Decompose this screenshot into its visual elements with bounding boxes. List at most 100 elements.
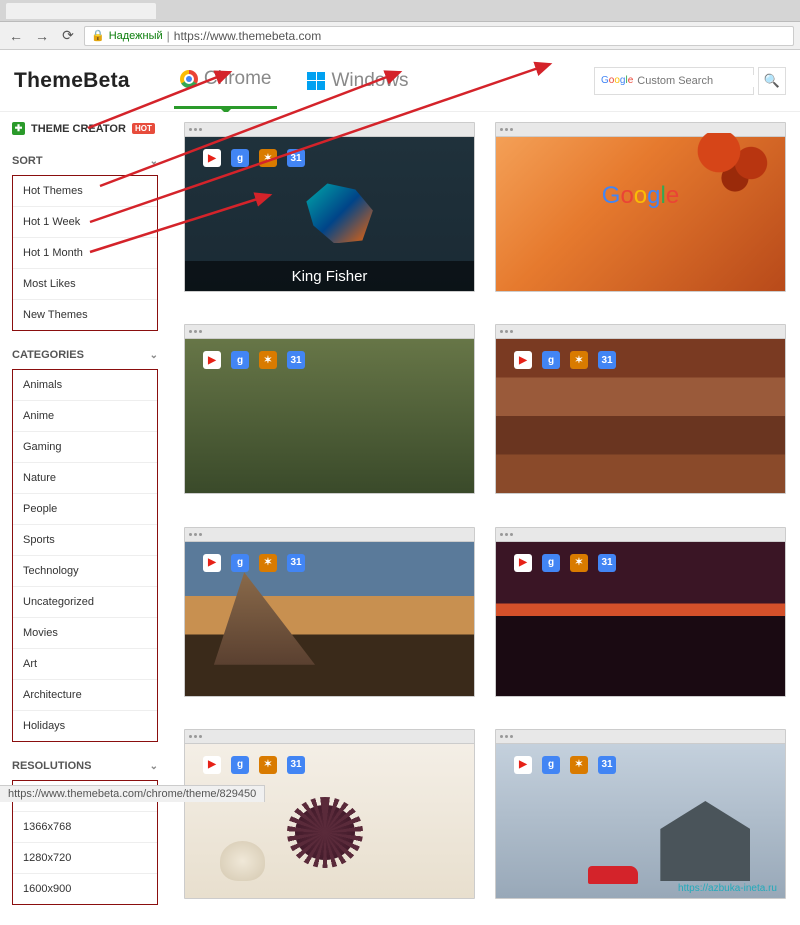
chevron-down-icon: ⌄ bbox=[150, 350, 158, 361]
chevron-down-icon: ⌄ bbox=[150, 156, 158, 167]
magnifier-icon: 🔍 bbox=[764, 73, 780, 89]
theme-card-tree[interactable]: ▶ g ✶ 31 bbox=[184, 324, 475, 494]
youtube-icon: ▶ bbox=[203, 756, 221, 774]
google-logo: Google bbox=[602, 182, 679, 210]
tab-chrome[interactable]: Chrome bbox=[174, 52, 278, 109]
categories-header[interactable]: CATEGORIES ⌄ bbox=[12, 341, 158, 369]
sort-item-hot-1-week[interactable]: Hot 1 Week bbox=[13, 207, 157, 238]
reload-button[interactable]: ⟳ bbox=[58, 26, 78, 46]
category-item-sports[interactable]: Sports bbox=[13, 525, 157, 556]
resolution-item-1600x900[interactable]: 1600x900 bbox=[13, 874, 157, 904]
google-icon: g bbox=[231, 554, 249, 572]
browser-toolbar: ← → ⟳ 🔒 Надежный | https://www.themebeta… bbox=[0, 22, 800, 50]
forward-button[interactable]: → bbox=[32, 26, 52, 46]
sidebar: ✚ THEME CREATOR HOT SORT ⌄ Hot ThemesHot… bbox=[0, 112, 170, 925]
hot-badge: HOT bbox=[132, 123, 155, 134]
theme-creator-link[interactable]: ✚ THEME CREATOR HOT bbox=[12, 122, 158, 135]
status-bar-url: https://www.themebeta.com/chrome/theme/8… bbox=[0, 785, 265, 802]
category-item-holidays[interactable]: Holidays bbox=[13, 711, 157, 741]
youtube-icon: ▶ bbox=[203, 351, 221, 369]
category-item-uncategorized[interactable]: Uncategorized bbox=[13, 587, 157, 618]
google-logo-mini: Google bbox=[601, 75, 633, 86]
sort-header[interactable]: SORT ⌄ bbox=[12, 147, 158, 175]
calendar-icon: 31 bbox=[287, 149, 305, 167]
lock-icon: 🔒 bbox=[91, 29, 105, 42]
windows-icon bbox=[307, 72, 325, 90]
house-art bbox=[660, 801, 750, 881]
site-header: ThemeBeta Chrome Windows Google 🔍 bbox=[0, 50, 800, 112]
calendar-icon: 31 bbox=[598, 554, 616, 572]
watermark: https://azbuka-ineta.ru bbox=[678, 883, 777, 894]
shell-art bbox=[220, 841, 265, 881]
search-button[interactable]: 🔍 bbox=[758, 67, 786, 95]
site-logo[interactable]: ThemeBeta bbox=[14, 69, 130, 93]
sort-box: Hot ThemesHot 1 WeekHot 1 MonthMost Like… bbox=[12, 175, 158, 331]
calendar-icon: 31 bbox=[287, 554, 305, 572]
butterfly-icon: ✶ bbox=[570, 351, 588, 369]
categories-box: AnimalsAnimeGamingNaturePeopleSportsTech… bbox=[12, 369, 158, 742]
urchin-art bbox=[295, 805, 355, 860]
calendar-icon: 31 bbox=[287, 351, 305, 369]
theme-title: King Fisher bbox=[185, 261, 474, 291]
back-button[interactable]: ← bbox=[6, 26, 26, 46]
sort-item-most-likes[interactable]: Most Likes bbox=[13, 269, 157, 300]
butterfly-icon: ✶ bbox=[259, 756, 277, 774]
tab-windows[interactable]: Windows bbox=[301, 54, 414, 108]
url-text: https://www.themebeta.com bbox=[174, 29, 321, 43]
address-bar[interactable]: 🔒 Надежный | https://www.themebeta.com bbox=[84, 26, 794, 46]
butterfly-icon: ✶ bbox=[570, 554, 588, 572]
resolution-item-1366x768[interactable]: 1366x768 bbox=[13, 812, 157, 843]
theme-grid: ▶ g ✶ 31 King Fisher Google ▶ g ✶ bbox=[170, 112, 800, 925]
category-item-anime[interactable]: Anime bbox=[13, 401, 157, 432]
theme-card-yosemite[interactable]: ▶ g ✶ 31 bbox=[184, 527, 475, 697]
category-item-animals[interactable]: Animals bbox=[13, 370, 157, 401]
google-icon: g bbox=[231, 149, 249, 167]
category-item-architecture[interactable]: Architecture bbox=[13, 680, 157, 711]
category-item-art[interactable]: Art bbox=[13, 649, 157, 680]
google-icon: g bbox=[542, 554, 560, 572]
category-item-movies[interactable]: Movies bbox=[13, 618, 157, 649]
google-icon: g bbox=[542, 756, 560, 774]
youtube-icon: ▶ bbox=[203, 554, 221, 572]
category-item-people[interactable]: People bbox=[13, 494, 157, 525]
car-art bbox=[588, 866, 638, 884]
youtube-icon: ▶ bbox=[514, 554, 532, 572]
leaves-art bbox=[695, 133, 775, 193]
butterfly-icon: ✶ bbox=[570, 756, 588, 774]
kingfisher-art bbox=[306, 183, 376, 243]
butterfly-icon: ✶ bbox=[259, 351, 277, 369]
theme-card-sunset[interactable]: ▶ g ✶ 31 bbox=[495, 527, 786, 697]
google-icon: g bbox=[542, 351, 560, 369]
chrome-icon bbox=[180, 70, 198, 88]
sort-item-new-themes[interactable]: New Themes bbox=[13, 300, 157, 330]
category-item-gaming[interactable]: Gaming bbox=[13, 432, 157, 463]
resolutions-header[interactable]: RESOLUTIONS ⌄ bbox=[12, 752, 158, 780]
theme-card-bricks[interactable]: ▶ g ✶ 31 bbox=[495, 324, 786, 494]
calendar-icon: 31 bbox=[287, 756, 305, 774]
browser-tab[interactable] bbox=[6, 3, 156, 19]
youtube-icon: ▶ bbox=[514, 756, 532, 774]
google-icon: g bbox=[231, 756, 249, 774]
youtube-icon: ▶ bbox=[203, 149, 221, 167]
theme-card-autumn[interactable]: Google bbox=[495, 122, 786, 292]
google-icon: g bbox=[231, 351, 249, 369]
sort-item-hot-themes[interactable]: Hot Themes bbox=[13, 176, 157, 207]
category-item-nature[interactable]: Nature bbox=[13, 463, 157, 494]
browser-tab-strip bbox=[0, 0, 800, 22]
theme-card-beach[interactable]: ▶ g ✶ 31 bbox=[184, 729, 475, 899]
calendar-icon: 31 bbox=[598, 756, 616, 774]
butterfly-icon: ✶ bbox=[259, 554, 277, 572]
butterfly-icon: ✶ bbox=[259, 149, 277, 167]
sort-item-hot-1-month[interactable]: Hot 1 Month bbox=[13, 238, 157, 269]
calendar-icon: 31 bbox=[598, 351, 616, 369]
youtube-icon: ▶ bbox=[514, 351, 532, 369]
theme-creator-icon: ✚ bbox=[12, 122, 25, 135]
theme-card-house[interactable]: ▶ g ✶ 31 https://azbuka-ineta.ru bbox=[495, 729, 786, 899]
theme-card-kingfisher[interactable]: ▶ g ✶ 31 King Fisher bbox=[184, 122, 475, 292]
search-box[interactable]: Google bbox=[594, 67, 754, 95]
search-area: Google 🔍 bbox=[594, 67, 786, 95]
resolution-item-1280x720[interactable]: 1280x720 bbox=[13, 843, 157, 874]
category-item-technology[interactable]: Technology bbox=[13, 556, 157, 587]
secure-label: Надежный bbox=[109, 30, 163, 42]
chevron-down-icon: ⌄ bbox=[150, 761, 158, 772]
